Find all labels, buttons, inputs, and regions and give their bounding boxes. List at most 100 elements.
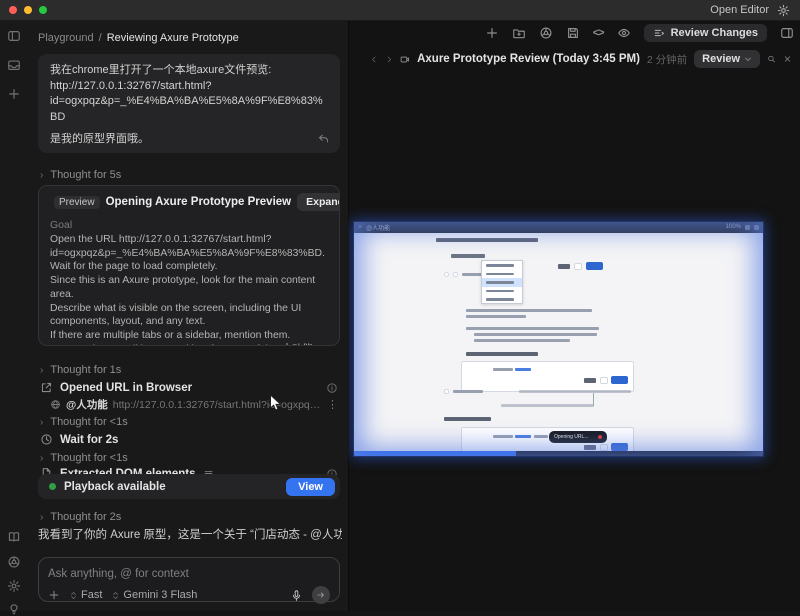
help-bulb-icon[interactable] (7, 602, 21, 616)
proto-heading (466, 352, 538, 356)
screen-recording-icon (401, 56, 410, 62)
prototype-screenshot[interactable]: × @人功能 100% Opening URL... (353, 221, 764, 457)
preview-badge: Preview (54, 195, 100, 209)
thought-row[interactable]: › Thought for 1s (40, 362, 121, 378)
plus-icon[interactable] (485, 26, 499, 40)
speed-selector[interactable]: Fast (69, 589, 102, 601)
back-chevron-icon[interactable] (370, 54, 378, 65)
thought-row[interactable]: › Thought for 2s (40, 509, 121, 525)
preview-card: Preview Opening Axure Prototype Preview … (38, 185, 340, 346)
thought-label: Thought for 5s (50, 169, 122, 181)
view-playback-button[interactable]: View (286, 477, 335, 496)
inbox-icon[interactable] (7, 58, 21, 72)
folder-plus-icon[interactable] (512, 26, 526, 40)
code-icon[interactable]: <> (593, 27, 605, 39)
proto-dropdown-option (482, 261, 522, 270)
opened-url-detail[interactable]: @人功能 http://127.0.0.1:32767/start.html?i… (50, 397, 338, 412)
proto-primary-button (586, 262, 603, 270)
grid-icon (745, 224, 750, 230)
eye-icon[interactable] (617, 26, 631, 40)
docs-book-icon[interactable] (7, 530, 21, 544)
proto-text (493, 368, 513, 371)
chevron-right-icon: › (40, 416, 44, 428)
search-icon[interactable] (767, 53, 776, 65)
green-status-dot (49, 483, 56, 490)
wait-row[interactable]: Wait for 2s (40, 431, 338, 448)
review-changes-button[interactable]: Review Changes (643, 24, 767, 42)
proto-icon (600, 444, 608, 451)
proto-annotation (519, 390, 631, 393)
panel-toolbar: <> Review Changes (485, 24, 794, 42)
left-icon-rail (0, 21, 28, 615)
close-icon[interactable] (783, 53, 792, 65)
proto-heading (444, 417, 491, 421)
proto-dropdown-option-selected (482, 278, 522, 287)
thought-row[interactable]: › Thought for 5s (40, 167, 121, 183)
proto-form-box (461, 361, 634, 392)
proto-add-link (584, 378, 596, 383)
proto-text (493, 435, 513, 438)
proto-heading (436, 238, 538, 242)
send-button[interactable] (312, 586, 330, 604)
open-editor-button[interactable]: Open Editor (710, 4, 769, 16)
review-changes-label: Review Changes (670, 27, 758, 39)
microphone-icon[interactable] (290, 589, 303, 602)
review-label: Review (702, 53, 741, 65)
model-label: Gemini 3 Flash (123, 589, 198, 601)
thought-label: Thought for 2s (50, 511, 122, 523)
proto-primary-button (611, 443, 628, 451)
kebab-menu-icon[interactable]: ⋮ (327, 398, 338, 411)
new-chat-icon[interactable] (7, 87, 21, 101)
preview-header: Axure Prototype Review (Today 3:45 PM) 2… (349, 48, 800, 70)
timestamp-ago: 2 分钟前 (646, 53, 688, 66)
proto-text (453, 390, 483, 393)
thought-label: Thought for <1s (50, 416, 128, 428)
proto-link (515, 368, 531, 371)
proto-text (466, 327, 599, 330)
browser-icon[interactable] (539, 26, 553, 40)
proto-text (474, 333, 597, 336)
chat-panel: Playground / Reviewing Axure Prototype 我… (28, 21, 348, 611)
forward-chevron-icon[interactable] (385, 54, 393, 65)
minimize-window-button[interactable] (24, 6, 32, 14)
playback-label: Playback available (64, 480, 166, 493)
menu-icon (754, 224, 759, 230)
sidebar-panel-icon[interactable] (7, 29, 21, 43)
retry-reply-icon[interactable] (317, 132, 330, 145)
zoom-window-button[interactable] (39, 6, 47, 14)
breadcrumb-root[interactable]: Playground (38, 32, 94, 44)
user-message-text: 我在chrome里打开了一个本地axure文件预览: http://127.0.… (50, 64, 323, 123)
thought-label: Thought for 1s (50, 364, 122, 376)
browser-app-icon[interactable] (7, 555, 21, 569)
thought-row[interactable]: › Thought for <1s (40, 450, 128, 466)
arrow-right-icon (317, 592, 324, 598)
thought-row[interactable]: › Thought for <1s (40, 414, 128, 430)
speed-label: Fast (81, 589, 103, 601)
user-message: 我在chrome里打开了一个本地axure文件预览: http://127.0.… (38, 54, 340, 153)
proto-toast: Opening URL... (549, 431, 607, 443)
settings-gear-icon[interactable] (7, 579, 21, 593)
proto-text (534, 435, 548, 438)
info-icon[interactable] (326, 382, 338, 394)
opened-url-row[interactable]: Opened URL in Browser (40, 379, 338, 396)
proto-dropdown-option (482, 270, 522, 279)
proto-text (474, 339, 570, 342)
proto-add-link (584, 445, 596, 450)
close-window-button[interactable] (9, 6, 17, 14)
proto-text (466, 315, 526, 318)
model-selector[interactable]: Gemini 3 Flash (111, 589, 197, 601)
diff-list-icon (654, 29, 664, 37)
proto-connector-line (593, 393, 594, 406)
external-link-icon (41, 382, 52, 393)
expand-button[interactable]: Expand (297, 193, 339, 211)
preview-panel: <> Review Changes Axure Prototype Review… (348, 21, 800, 611)
prototype-zoom-level: 100% (725, 224, 741, 230)
review-dropdown[interactable]: Review (694, 50, 761, 68)
breadcrumb: Playground / Reviewing Axure Prototype (38, 32, 239, 44)
attach-plus-icon[interactable] (48, 589, 60, 601)
panel-right-icon[interactable] (780, 26, 794, 40)
breadcrumb-separator: / (98, 32, 102, 44)
save-icon[interactable] (566, 26, 580, 40)
chat-input[interactable] (48, 568, 330, 580)
gear-icon[interactable] (777, 4, 790, 17)
